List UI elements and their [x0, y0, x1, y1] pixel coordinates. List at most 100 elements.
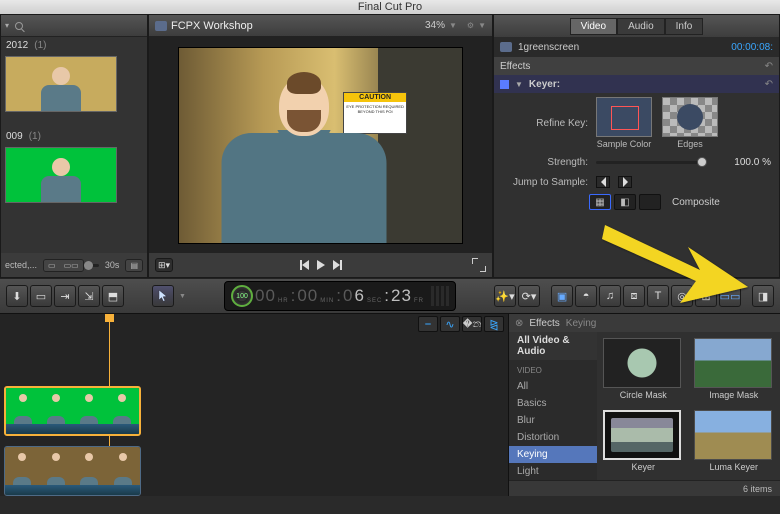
- inspector-clip-row: 1greenscreen 00:00:08:: [494, 37, 779, 57]
- play-button[interactable]: [317, 260, 325, 270]
- search-icon[interactable]: [15, 22, 23, 30]
- inspector-clip-name: 1greenscreen: [518, 42, 579, 53]
- insert-clip-button[interactable]: ⇥: [54, 285, 76, 307]
- chevron-down-icon[interactable]: ▼: [478, 21, 486, 30]
- library-collapse-icon[interactable]: ▾: [5, 21, 9, 30]
- transitions-browser-button[interactable]: ⧈: [623, 285, 645, 307]
- bg-tasks-wheel[interactable]: 100: [231, 285, 253, 307]
- solo-toggle[interactable]: �න: [462, 316, 482, 332]
- effects-browser: ⊗ Effects Keying All Video & Audio VIDEO…: [508, 314, 780, 496]
- view-matte-icon[interactable]: ◧: [614, 194, 636, 210]
- view-original-icon[interactable]: [639, 194, 661, 210]
- window-titlebar: Final Cut Pro: [0, 0, 780, 14]
- viewer-display-options[interactable]: ⊞▾: [155, 258, 173, 272]
- fullscreen-icon[interactable]: [472, 258, 486, 272]
- effects-section-header[interactable]: Effects↶: [494, 57, 779, 75]
- reset-icon[interactable]: ↶: [765, 61, 773, 72]
- titles-browser-button[interactable]: T: [647, 285, 669, 307]
- effects-browser-button[interactable]: ▭▭: [719, 285, 741, 307]
- timecode[interactable]: 00HR: 00MIN: 06SEC: 23FR: [255, 286, 425, 306]
- browser-title: Effects: [529, 318, 559, 329]
- viewer-title: FCPX Workshop: [171, 20, 253, 32]
- clip-thumbnail[interactable]: [5, 56, 117, 112]
- transport-bar: ⊞▾: [149, 253, 492, 277]
- library-header: ▾: [1, 15, 147, 37]
- cat-light[interactable]: Light: [509, 463, 597, 480]
- viewer-zoom[interactable]: 34%: [425, 20, 445, 31]
- viewer-header: FCPX Workshop 34% ▼ ⚙ ▼: [149, 15, 492, 37]
- retime-menu-button[interactable]: ⟳▾: [518, 285, 540, 307]
- library-footer: ected,... ▭▭▭ 30s ▤: [1, 253, 147, 277]
- effect-item[interactable]: Luma Keyer: [694, 410, 775, 472]
- effects-footer: 6 items: [509, 480, 780, 496]
- effect-item[interactable]: Circle Mask: [603, 338, 684, 400]
- caution-sign: CAUTION EYE PROTECTION REQUIRED BEYOND T…: [343, 92, 407, 134]
- view-composite-icon[interactable]: ▦: [589, 194, 611, 210]
- inspector-tabs: Video Audio Info: [494, 15, 779, 37]
- strength-value[interactable]: 100.0 %: [721, 157, 771, 168]
- effect-item[interactable]: Keyer: [603, 410, 684, 472]
- event-row[interactable]: 009(1): [1, 128, 147, 145]
- next-sample-button[interactable]: [618, 176, 632, 188]
- primary-storyline-clip[interactable]: [4, 446, 141, 496]
- effect-item[interactable]: Image Mask: [694, 338, 775, 400]
- append-clip-button[interactable]: ⇲: [78, 285, 100, 307]
- chevron-down-icon[interactable]: ▼: [449, 21, 457, 30]
- dashboard: 100 00HR: 00MIN: 06SEC: 23FR: [224, 281, 456, 311]
- tab-audio[interactable]: Audio: [617, 18, 665, 35]
- cat-basics[interactable]: Basics: [509, 395, 597, 412]
- jump-to-sample-row: Jump to Sample:: [494, 172, 779, 192]
- effects-grid: Circle Mask Image Mask Keyer Luma Keyer: [597, 332, 780, 480]
- strength-row: Strength: 100.0 %: [494, 153, 779, 172]
- prev-sample-button[interactable]: [596, 176, 610, 188]
- reset-icon[interactable]: ↶: [765, 79, 773, 90]
- next-edit-button[interactable]: [333, 260, 342, 270]
- strength-slider[interactable]: [596, 161, 707, 164]
- inspector: Video Audio Info 1greenscreen 00:00:08: …: [493, 14, 780, 278]
- cat-all-video-audio[interactable]: All Video & Audio: [509, 332, 597, 360]
- effect-enable-checkbox[interactable]: [500, 80, 509, 89]
- list-view-toggle[interactable]: ▤: [125, 259, 143, 272]
- view-mode-row: ▦ ◧ Composite: [494, 192, 779, 212]
- inspector-clip-time: 00:00:08:: [731, 42, 773, 53]
- thumbnail-size-slider[interactable]: [90, 264, 99, 267]
- snapping-toggle[interactable]: ⧎: [484, 316, 504, 332]
- viewer-settings-icon[interactable]: ⚙: [467, 21, 474, 30]
- viewer-canvas[interactable]: CAUTION EYE PROTECTION REQUIRED BEYOND T…: [149, 37, 492, 253]
- media-browser-button[interactable]: ▣: [551, 285, 573, 307]
- cat-keying[interactable]: Keying: [509, 446, 597, 463]
- event-row[interactable]: 2012(1): [1, 37, 147, 54]
- cat-blur[interactable]: Blur: [509, 412, 597, 429]
- disclosure-triangle-icon[interactable]: ▼: [515, 80, 523, 89]
- connect-clip-button[interactable]: ▭: [30, 285, 52, 307]
- generators-browser-button[interactable]: ◎: [671, 285, 693, 307]
- close-icon[interactable]: ⊗: [515, 318, 523, 329]
- select-tool[interactable]: [152, 285, 174, 307]
- sample-color-tool[interactable]: Sample Color: [596, 97, 652, 149]
- photos-browser-button[interactable]: ◓: [575, 285, 597, 307]
- cat-distortion[interactable]: Distortion: [509, 429, 597, 446]
- inspector-toggle-button[interactable]: ◨: [752, 285, 774, 307]
- audio-meters[interactable]: [431, 286, 449, 306]
- skimming-toggle[interactable]: ⎯: [418, 316, 438, 332]
- prev-edit-button[interactable]: [300, 260, 309, 270]
- browser-crumb: Keying: [566, 318, 597, 329]
- tab-info[interactable]: Info: [665, 18, 704, 35]
- refine-key-row: Refine Key: Sample Color Edges: [494, 93, 779, 153]
- clip-thumbnail[interactable]: [5, 147, 117, 203]
- cat-all[interactable]: All: [509, 378, 597, 395]
- edges-tool[interactable]: Edges: [662, 97, 718, 149]
- enhance-menu-button[interactable]: ✨▾: [494, 285, 516, 307]
- event-library: ▾ 2012(1) 009(1) ected,... ▭▭▭ 30s ▤: [0, 14, 148, 278]
- filmstrip-toggle[interactable]: ▭▭▭: [43, 259, 84, 272]
- clip-icon: [500, 42, 512, 52]
- music-browser-button[interactable]: ♫: [599, 285, 621, 307]
- import-button[interactable]: ⬇: [6, 285, 28, 307]
- themes-browser-button[interactable]: ⊞: [695, 285, 717, 307]
- connected-clip[interactable]: [4, 386, 141, 436]
- timeline[interactable]: ⎯ ∿ �න ⧎: [0, 314, 508, 496]
- audio-skimming-toggle[interactable]: ∿: [440, 316, 460, 332]
- tab-video[interactable]: Video: [570, 18, 617, 35]
- overwrite-clip-button[interactable]: ⬒: [102, 285, 124, 307]
- keyer-header[interactable]: ▼ Keyer: ↶: [494, 75, 779, 93]
